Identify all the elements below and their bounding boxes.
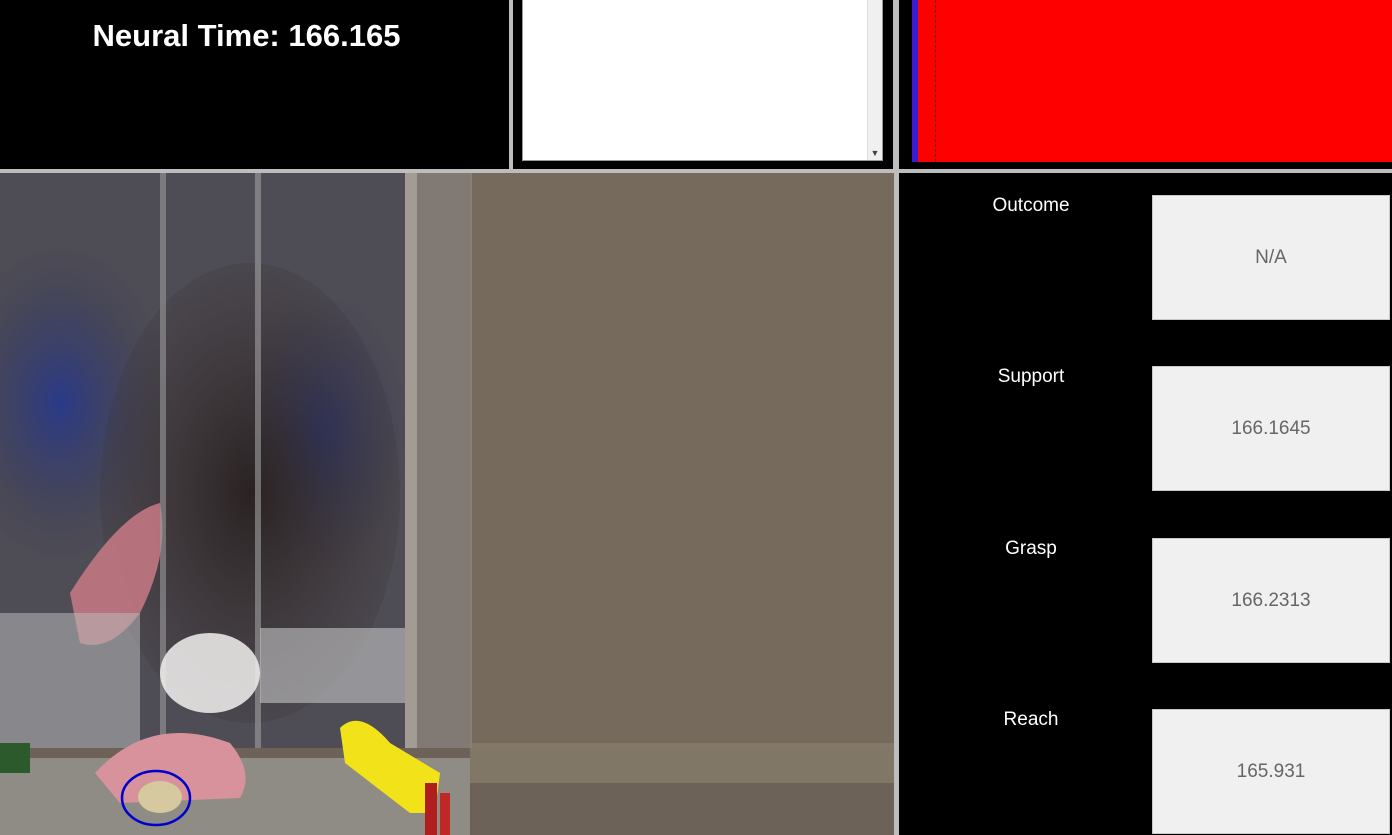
reach-label: Reach <box>1003 709 1059 730</box>
grasp-value-box[interactable]: 166.2313 <box>1152 538 1390 663</box>
event-listbox[interactable]: ▼ <box>522 0 883 161</box>
reach-value-box[interactable]: 165.931 <box>1152 709 1390 834</box>
raster-panel <box>899 0 1392 169</box>
raster-plot[interactable] <box>912 0 1392 162</box>
event-list-panel: ▼ <box>513 0 893 169</box>
outcome-value-box[interactable]: N/A <box>1152 195 1390 320</box>
raster-edge-band <box>912 0 918 162</box>
video-frame[interactable] <box>0 173 894 835</box>
support-value-box[interactable]: 166.1645 <box>1152 366 1390 491</box>
support-label: Support <box>997 366 1065 387</box>
event-times-panel: Outcome N/A Support 166.1645 Grasp 166.2… <box>899 173 1392 835</box>
listbox-scrollbar[interactable]: ▼ <box>867 0 882 160</box>
scroll-down-arrow-icon[interactable]: ▼ <box>868 146 882 160</box>
neural-time-label: Neural Time: <box>92 18 280 53</box>
grasp-label: Grasp <box>1005 538 1057 559</box>
neural-time-panel: Neural Time: 166.165 <box>0 0 509 169</box>
video-image <box>0 173 894 835</box>
neural-time-readout: Neural Time: 166.165 <box>0 18 493 54</box>
neural-time-value: 166.165 <box>288 18 401 53</box>
outcome-label: Outcome <box>992 195 1070 216</box>
time-cursor-line <box>935 0 937 162</box>
